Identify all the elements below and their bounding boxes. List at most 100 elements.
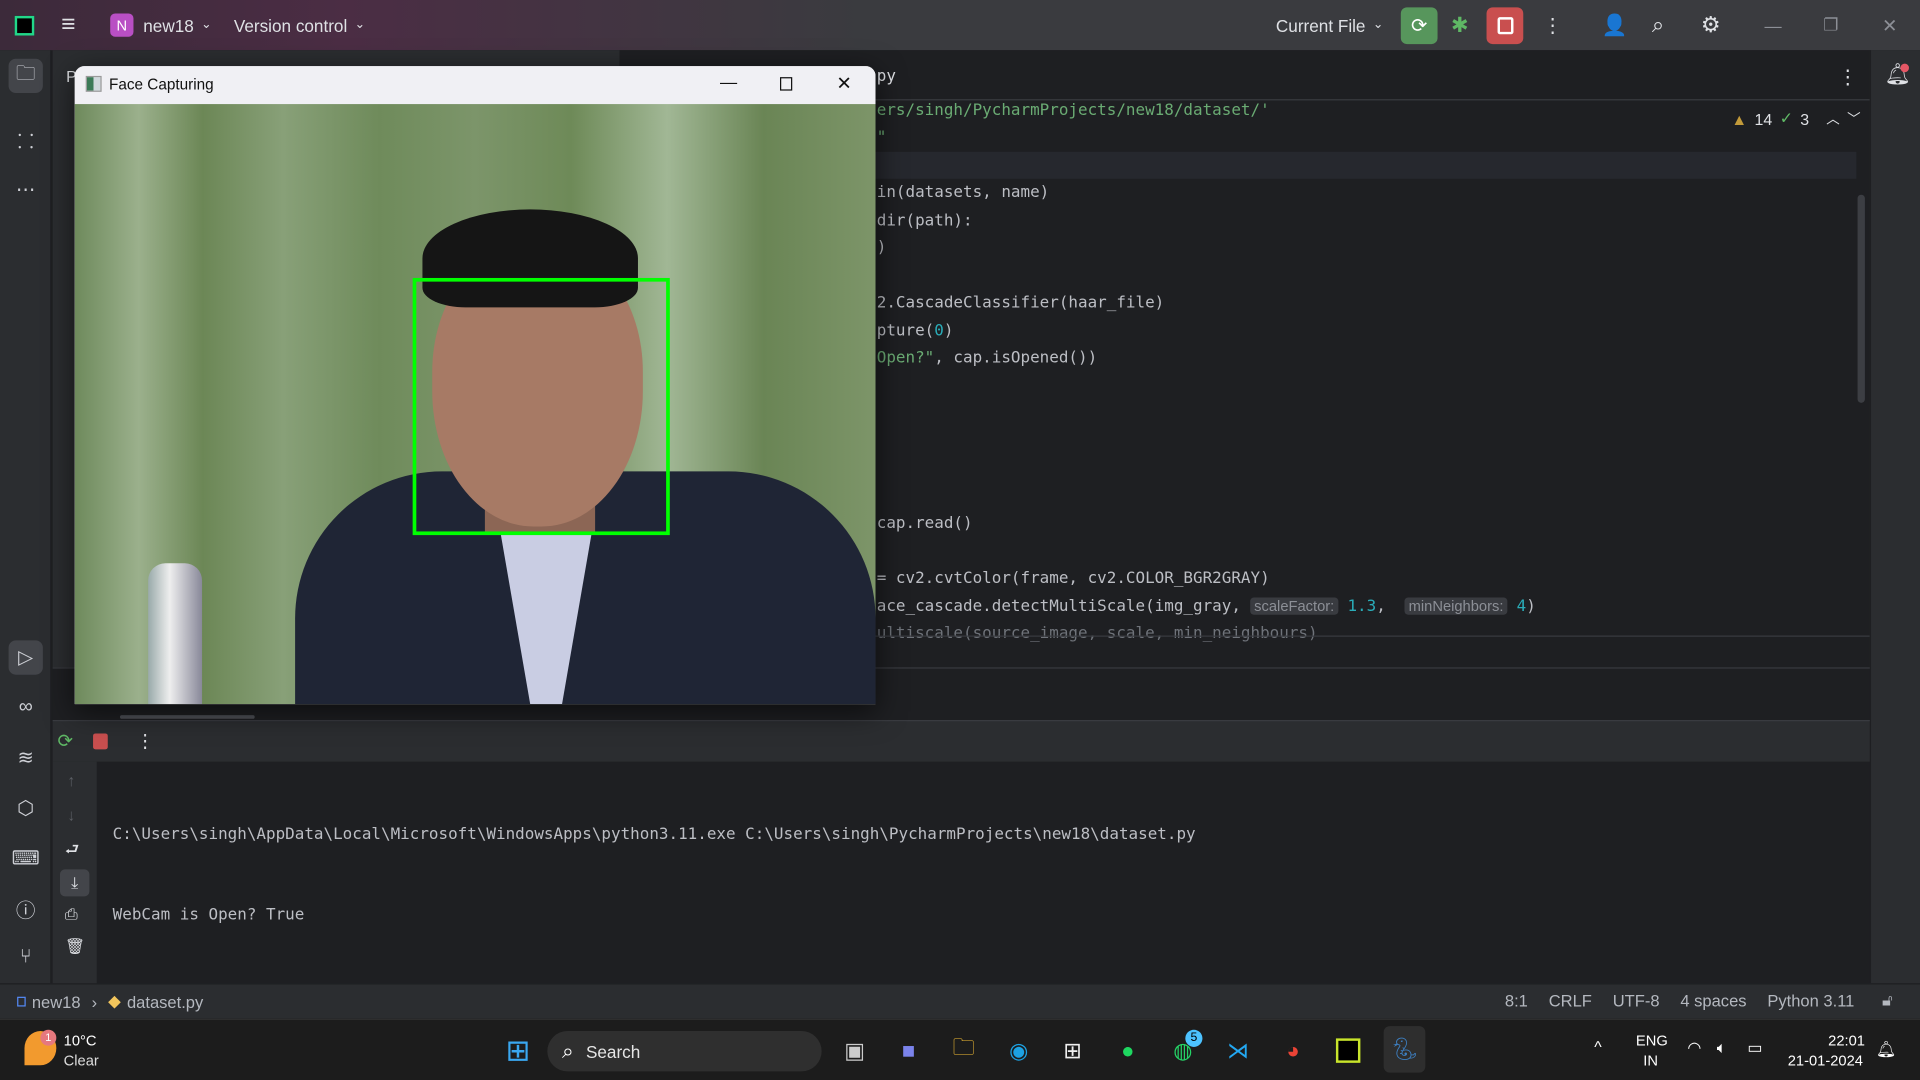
face-capturing-window[interactable]: Face Capturing — ✕ bbox=[74, 66, 876, 705]
stop-button[interactable] bbox=[1486, 6, 1524, 44]
breadcrumb-file[interactable]: dataset.py bbox=[127, 992, 203, 1010]
ok-count: 3 bbox=[1800, 109, 1810, 128]
code-token: 2.CascadeClassifier(haar_file) bbox=[876, 294, 1165, 313]
git-icon[interactable]: ⑂ bbox=[9, 940, 43, 974]
restore-icon[interactable]: ❐ bbox=[1823, 0, 1838, 50]
spotify-icon[interactable]: ● bbox=[1109, 1032, 1146, 1069]
breadcrumb-project[interactable]: new18 bbox=[32, 992, 81, 1010]
chevron-down-icon: ⌄ bbox=[354, 18, 365, 32]
soft-wrap-icon[interactable]: ⮐ bbox=[65, 839, 79, 866]
scroll-to-end-icon[interactable]: ⤓ bbox=[60, 869, 90, 897]
rerun-button[interactable]: ⟳ bbox=[1400, 6, 1438, 44]
warning-icon: ▲ bbox=[1731, 109, 1748, 128]
language-indicator[interactable]: ENG bbox=[1636, 1032, 1668, 1049]
indent-setting[interactable]: 4 spaces bbox=[1680, 992, 1746, 1010]
project-folder-icon[interactable]: 🗀 bbox=[8, 58, 43, 94]
run-tool-icon[interactable]: ▷ bbox=[8, 640, 43, 675]
more-actions-icon[interactable]: ⋮ bbox=[1543, 0, 1563, 50]
code-token: in(datasets, name) bbox=[876, 184, 1050, 203]
minimize-icon[interactable]: — bbox=[720, 72, 737, 92]
weather-temp: 10°C bbox=[63, 1032, 97, 1050]
tab-options-icon[interactable]: ⋮ bbox=[1838, 65, 1858, 89]
windows-taskbar: 1 10°C Clear ⊞ ⌕ Search ▣ ■ 🗀 ◉ ⊞ ● ◍ 5 … bbox=[0, 1018, 1920, 1080]
editor-scrollbar[interactable] bbox=[1857, 194, 1865, 403]
project-name: new18 bbox=[143, 15, 194, 35]
windows-start-icon[interactable]: ⊞ bbox=[500, 1032, 537, 1069]
run-tab-scrollbar[interactable] bbox=[120, 715, 255, 719]
volume-icon[interactable]: 🔈︎ bbox=[1717, 1038, 1727, 1058]
ide-title-bar: ≡ N new18 ⌄ Version control ⌄ Current Fi… bbox=[0, 0, 1920, 51]
main-menu-icon[interactable]: ≡ bbox=[61, 0, 75, 50]
chrome-icon[interactable]: ◕ bbox=[1275, 1032, 1312, 1069]
console-output[interactable]: C:\Users\singh\AppData\Local\Microsoft\W… bbox=[113, 768, 1196, 984]
check-icon: ✓ bbox=[1779, 108, 1793, 128]
stop-icon[interactable] bbox=[93, 733, 108, 750]
services-icon[interactable]: ⬡ bbox=[9, 791, 43, 825]
version-control-menu[interactable]: Version control ⌄ bbox=[234, 0, 365, 50]
maximize-icon[interactable] bbox=[780, 77, 793, 91]
problems-icon[interactable]: ⓘ bbox=[9, 891, 43, 925]
more-tools-icon[interactable]: ⋯ bbox=[9, 173, 43, 207]
window-title-bar[interactable]: Face Capturing — ✕ bbox=[74, 66, 876, 105]
python-interpreter[interactable]: Python 3.11 bbox=[1767, 992, 1854, 1010]
minimize-icon[interactable]: — bbox=[1764, 0, 1781, 50]
debug-bug-icon[interactable]: ✱ bbox=[1451, 0, 1468, 50]
code-token: Open?" bbox=[876, 349, 935, 368]
teams-chat-icon[interactable]: ■ bbox=[890, 1032, 927, 1069]
terminal-icon[interactable]: ⌨ bbox=[9, 841, 43, 875]
edge-browser-icon[interactable]: ◉ bbox=[1000, 1032, 1037, 1069]
python-app-icon[interactable]: 🐍︎ bbox=[1383, 1026, 1426, 1073]
wifi-icon[interactable]: ◠ bbox=[1687, 1038, 1701, 1058]
code-line: cap.read() bbox=[877, 510, 973, 537]
rerun-icon[interactable]: ⟳ bbox=[58, 730, 73, 752]
microsoft-store-icon[interactable]: ⊞ bbox=[1054, 1032, 1091, 1069]
trash-icon[interactable]: 🗑︎ bbox=[65, 937, 85, 957]
show-hidden-icons[interactable]: ^ bbox=[1594, 1037, 1601, 1055]
run-config-label: Current File bbox=[1275, 15, 1366, 35]
up-arrow-icon[interactable]: ↑ bbox=[67, 771, 75, 789]
task-view-icon[interactable]: ▣ bbox=[836, 1032, 873, 1069]
clock-time[interactable]: 22:01 bbox=[1828, 1032, 1865, 1049]
search-icon[interactable]: ⌕ bbox=[1652, 0, 1664, 50]
code-line: 2.CascadeClassifier(haar_file) bbox=[877, 290, 1165, 317]
python-console-icon[interactable]: ∞ bbox=[9, 691, 43, 725]
window-title: Face Capturing bbox=[108, 75, 214, 94]
more-icon[interactable]: ⋮ bbox=[136, 730, 154, 752]
file-encoding[interactable]: UTF-8 bbox=[1613, 992, 1660, 1010]
vscode-icon[interactable]: ⋊ bbox=[1220, 1032, 1257, 1069]
editor-tab-dataset[interactable]: py bbox=[877, 67, 896, 85]
code-line: Open?", cap.isOpened()) bbox=[877, 345, 1097, 372]
down-arrow-icon[interactable]: ↓ bbox=[67, 806, 75, 824]
print-icon[interactable]: ⎙ bbox=[65, 905, 78, 925]
settings-gear-icon[interactable]: ⚙ bbox=[1701, 0, 1721, 50]
run-config-select[interactable]: Current File ⌄ bbox=[1276, 0, 1383, 50]
clock-date[interactable]: 21-01-2024 bbox=[1788, 1052, 1863, 1069]
prev-highlight-icon[interactable]: ︿ bbox=[1826, 109, 1839, 129]
close-icon[interactable]: ✕ bbox=[1882, 0, 1897, 50]
inspection-widget[interactable]: ▲ 14 ✓ 3 ︿ ﹀ bbox=[1731, 109, 1860, 129]
close-icon[interactable]: ✕ bbox=[836, 72, 851, 94]
breadcrumb-separator-icon: › bbox=[91, 992, 98, 1011]
weather-condition: Clear bbox=[63, 1051, 99, 1069]
line-separator[interactable]: CRLF bbox=[1549, 992, 1592, 1010]
code-line: dir(path): bbox=[877, 208, 973, 235]
caret-position[interactable]: 8:1 bbox=[1505, 992, 1528, 1010]
code-line: ers/singh/PycharmProjects/new18/dataset/… bbox=[877, 98, 1270, 125]
code-token: 1.3 bbox=[1347, 597, 1377, 617]
layers-icon[interactable]: ≋ bbox=[9, 741, 43, 775]
pycharm-taskbar-icon[interactable] bbox=[1330, 1032, 1367, 1069]
code-token: , bbox=[1376, 597, 1405, 617]
file-explorer-icon[interactable]: 🗀 bbox=[945, 1032, 982, 1069]
structure-icon[interactable]: ⸬ bbox=[9, 124, 43, 158]
project-switcher[interactable]: N new18 ⌄ bbox=[110, 0, 211, 50]
next-highlight-icon[interactable]: ﹀ bbox=[1847, 109, 1860, 129]
chevron-down-icon: ⌄ bbox=[201, 18, 212, 32]
pycharm-logo-icon[interactable] bbox=[14, 0, 35, 50]
notification-center-icon[interactable]: 🔔︎ bbox=[1876, 1040, 1896, 1060]
battery-icon[interactable]: ▭ bbox=[1747, 1038, 1762, 1058]
taskbar-search[interactable]: ⌕ Search bbox=[547, 1031, 822, 1072]
left-tool-window-bar: 🗀 ⸬ ⋯ ▷ ∞ ≋ ⬡ ⌨ ⓘ ⑂ bbox=[0, 50, 52, 984]
add-user-icon[interactable]: 👤 bbox=[1602, 0, 1628, 50]
lock-icon[interactable]: 🔓︎ bbox=[1882, 991, 1893, 1011]
code-token: " bbox=[876, 129, 887, 148]
